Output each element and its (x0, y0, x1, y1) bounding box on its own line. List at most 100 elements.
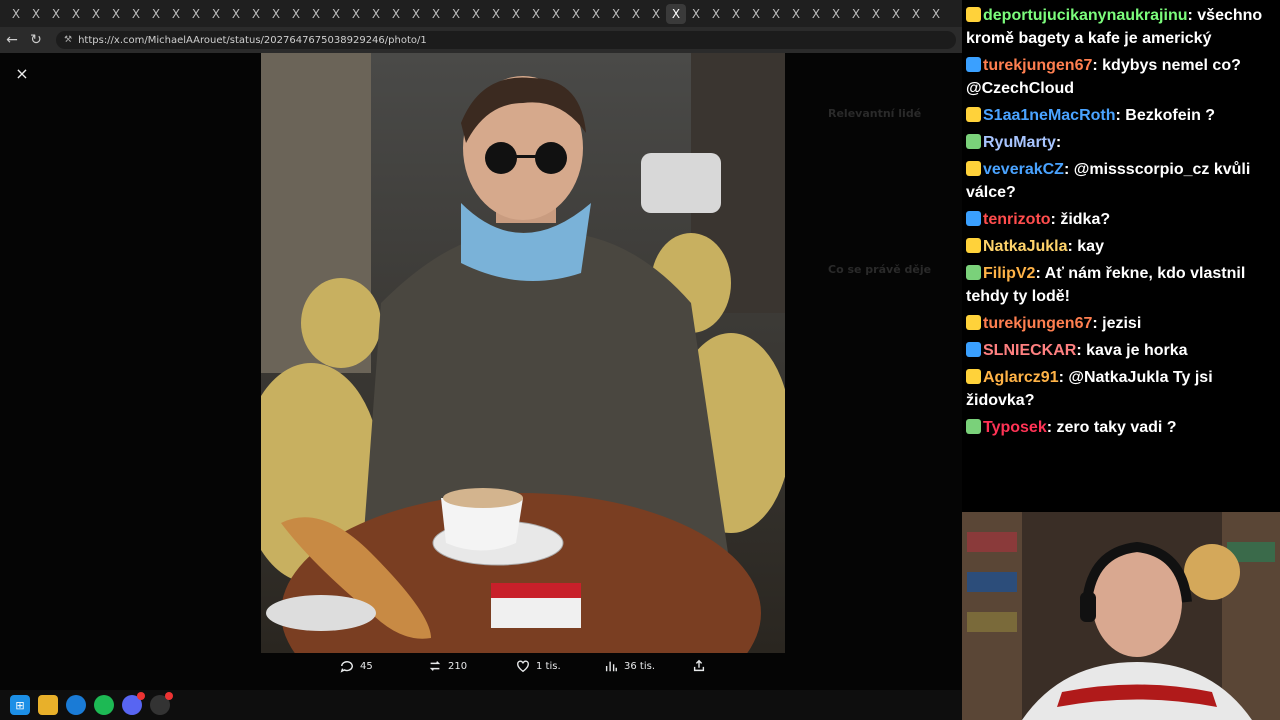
browser-tab[interactable]: X (286, 4, 306, 24)
browser-tab[interactable]: X (106, 4, 126, 24)
back-button[interactable]: ← (0, 28, 24, 52)
chat-username[interactable]: S1aa1neMacRoth (983, 107, 1116, 124)
browser-tab[interactable]: X (766, 4, 786, 24)
browser-tab[interactable]: X (826, 4, 846, 24)
chat-badge-icon (966, 315, 981, 330)
browser-tab[interactable]: X (886, 4, 906, 24)
browser-tab[interactable]: X (706, 4, 726, 24)
edge-icon[interactable] (66, 695, 86, 715)
browser-tab[interactable]: X (686, 4, 706, 24)
chat-username[interactable]: veverakCZ (983, 161, 1064, 178)
browser-window: XXXXXXXXXXXXXXXXXXXXXXXXXXXXXXXXXXXXXXXX… (0, 0, 962, 690)
photo-viewer: × Relevantní lidé Co se právě děje 45 21… (0, 53, 962, 690)
chat-username[interactable]: Aglarcz91 (983, 369, 1059, 386)
chat-badge-icon (966, 419, 981, 434)
chat-username[interactable]: Typosek (983, 419, 1047, 436)
views-button[interactable]: 36 tis. (604, 659, 692, 673)
tab-strip: XXXXXXXXXXXXXXXXXXXXXXXXXXXXXXXXXXXXXXXX… (0, 0, 962, 27)
browser-tab[interactable]: X (666, 3, 686, 24)
browser-tab[interactable]: X (206, 4, 226, 24)
browser-tab[interactable]: X (746, 4, 766, 24)
file-explorer-icon[interactable] (38, 695, 58, 715)
browser-tab[interactable]: X (486, 4, 506, 24)
browser-tab[interactable]: X (846, 4, 866, 24)
browser-tab[interactable]: X (626, 4, 646, 24)
browser-tab[interactable]: X (126, 4, 146, 24)
browser-tab[interactable]: X (186, 4, 206, 24)
browser-tab[interactable]: X (566, 4, 586, 24)
browser-tab[interactable]: X (326, 4, 346, 24)
close-icon[interactable]: × (13, 65, 31, 83)
chat-message: Aglarcz91: @NatkaJukla Ty jsi židovka? (966, 366, 1276, 412)
tweet-photo[interactable] (261, 53, 785, 653)
chat-username[interactable]: turekjungen67 (983, 57, 1092, 74)
spotify-icon[interactable] (94, 695, 114, 715)
app-icon[interactable] (150, 692, 173, 715)
browser-tab[interactable]: X (526, 4, 546, 24)
reload-button[interactable]: ↻ (24, 28, 48, 52)
chat-badge-icon (966, 57, 981, 72)
browser-tab[interactable]: X (166, 4, 186, 24)
browser-tab[interactable]: X (366, 4, 386, 24)
share-button[interactable] (692, 659, 712, 673)
browser-tab[interactable]: X (406, 4, 426, 24)
relevant-people-heading: Relevantní lidé (828, 107, 922, 120)
browser-tab[interactable]: X (806, 4, 826, 24)
chat-separator: : (1092, 57, 1103, 74)
chat-message: tenrizoto: židka? (966, 208, 1276, 231)
browser-tab[interactable]: X (646, 4, 666, 24)
chat-message: Typosek: zero taky vadi ? (966, 416, 1276, 439)
browser-tab[interactable]: X (66, 4, 86, 24)
browser-tab[interactable]: X (26, 4, 46, 24)
browser-tab[interactable]: X (606, 4, 626, 24)
browser-tab[interactable]: X (546, 4, 566, 24)
browser-tab[interactable]: X (6, 4, 26, 24)
browser-tab[interactable]: X (726, 4, 746, 24)
browser-tab[interactable]: X (506, 4, 526, 24)
chat-badge-icon (966, 238, 981, 253)
chat-badge-icon (966, 107, 981, 122)
chat-badge-icon (966, 7, 981, 22)
site-info-icon[interactable]: ⚒ (64, 35, 72, 45)
browser-tab[interactable]: X (266, 4, 286, 24)
chat-message: SLNIECKAR: kava je horka (966, 339, 1276, 362)
browser-tab[interactable]: X (786, 4, 806, 24)
chat-username[interactable]: tenrizoto (983, 211, 1051, 228)
chat-separator: : (1046, 419, 1057, 436)
browser-tab[interactable]: X (246, 4, 266, 24)
views-count: 36 tis. (624, 660, 655, 672)
browser-tab[interactable]: X (146, 4, 166, 24)
browser-tab[interactable]: X (306, 4, 326, 24)
like-button[interactable]: 1 tis. (516, 659, 604, 673)
reply-button[interactable]: 45 (340, 659, 428, 673)
browser-tab[interactable]: X (86, 4, 106, 24)
browser-tab[interactable]: X (866, 4, 886, 24)
chat-username[interactable]: turekjungen67 (983, 315, 1092, 332)
views-icon (605, 661, 617, 672)
browser-tab[interactable]: X (926, 4, 946, 24)
chat-text: židka? (1060, 211, 1111, 228)
browser-tab[interactable]: X (586, 4, 606, 24)
chat-username[interactable]: FilipV2 (983, 265, 1035, 282)
browser-tab[interactable]: X (386, 4, 406, 24)
discord-icon[interactable] (122, 692, 145, 715)
chat-username[interactable]: RyuMarty (983, 134, 1056, 151)
webcam-illustration (962, 512, 1280, 720)
chat-username[interactable]: SLNIECKAR (983, 342, 1076, 359)
repost-button[interactable]: 210 (428, 659, 516, 673)
browser-tab[interactable]: X (226, 4, 246, 24)
browser-tab[interactable]: X (906, 4, 926, 24)
chat-username[interactable]: NatkaJukla (983, 238, 1068, 255)
browser-tab[interactable]: X (346, 4, 366, 24)
browser-tab[interactable]: X (46, 4, 66, 24)
reply-count: 45 (360, 660, 373, 672)
url-input[interactable]: ⚒ https://x.com/MichaelAArouet/status/20… (56, 31, 956, 49)
browser-tab[interactable]: X (466, 4, 486, 24)
webcam-feed (962, 512, 1280, 720)
browser-tab[interactable]: X (426, 4, 446, 24)
start-icon[interactable]: ⊞ (10, 695, 30, 715)
chat-badge-icon (966, 134, 981, 149)
chat-username[interactable]: deportujucikanynaukrajinu (983, 7, 1187, 24)
browser-tab[interactable]: X (446, 4, 466, 24)
chat-message: RyuMarty: (966, 131, 1276, 154)
